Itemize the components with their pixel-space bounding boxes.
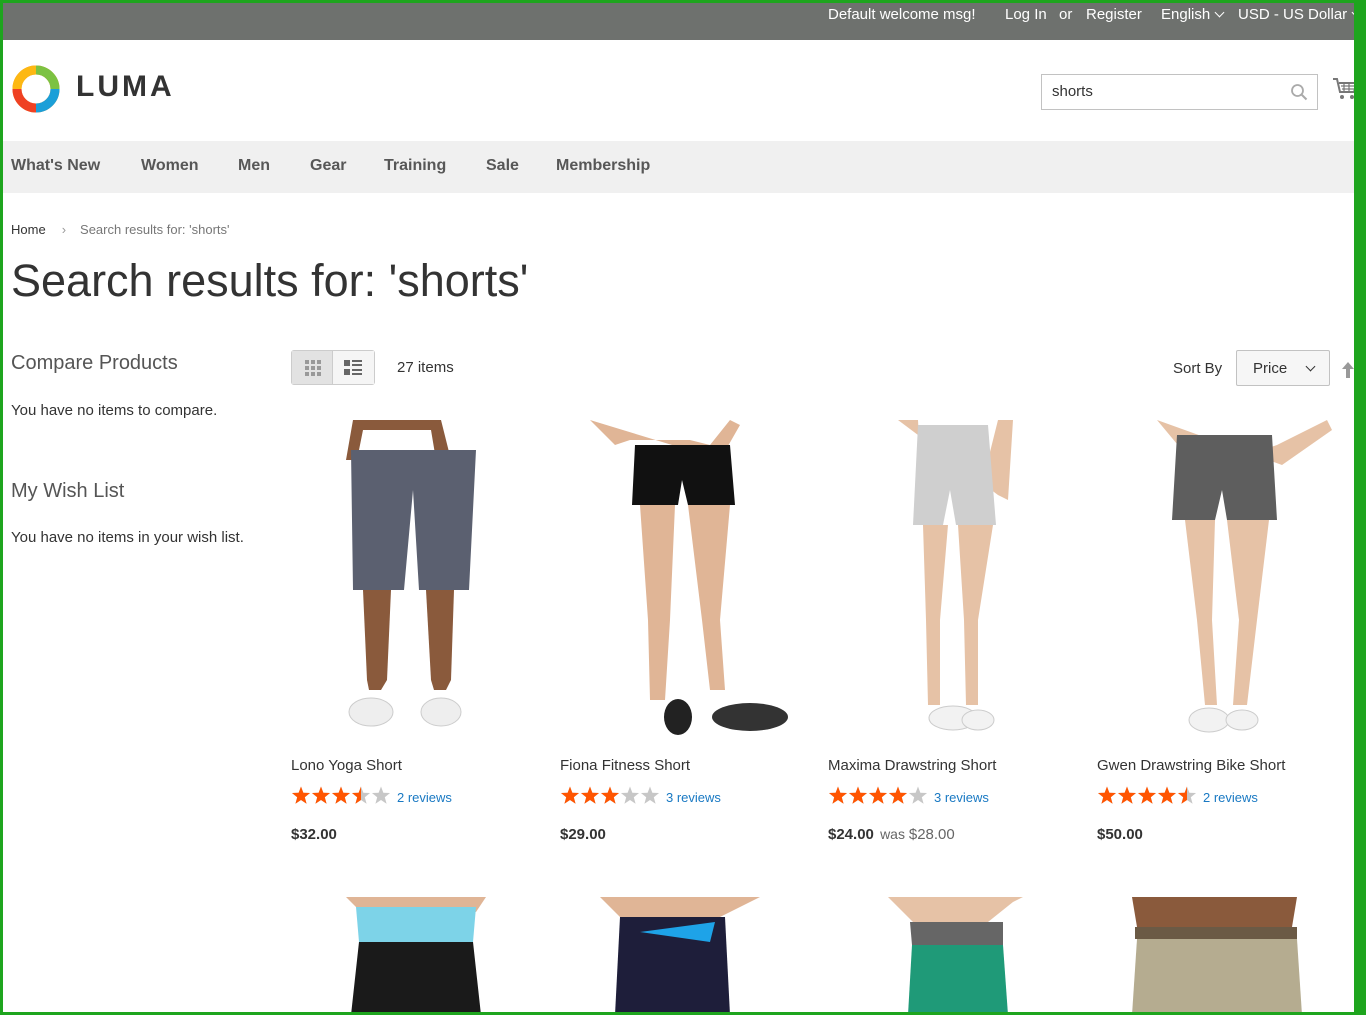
login-link[interactable]: Log In [1005,6,1047,23]
nav-item-membership[interactable]: Membership [556,157,650,175]
star-filled-icon [868,786,888,804]
currency-switcher[interactable]: USD - US Dollar [1238,6,1362,23]
list-view-button[interactable] [333,351,374,384]
product-image[interactable] [291,897,541,1015]
wishlist-title: My Wish List [11,480,125,502]
star-filled-icon [311,786,331,804]
star-filled-icon [291,786,311,804]
logo-text[interactable]: LUMA [76,70,175,104]
price-value: $24.00 [828,826,874,843]
star-filled-icon [560,786,580,804]
nav-item-training[interactable]: Training [384,157,446,175]
nav-item-whats-new[interactable]: What's New [11,157,100,175]
rating-stars-icon [560,786,660,804]
search-icon[interactable] [1290,83,1308,101]
price-value: $32.00 [291,826,337,843]
star-empty-icon [640,786,660,804]
toolbar-item-count: 27 items [397,359,454,376]
grid-view-button[interactable] [292,351,333,384]
reviews-link[interactable]: 3 reviews [934,790,989,805]
star-filled-icon [580,786,600,804]
star-empty-icon [908,786,928,804]
price-value: $50.00 [1097,826,1143,843]
page-title: Search results for: 'shorts' [11,255,529,306]
register-link[interactable]: Register [1086,6,1142,23]
compare-products-title: Compare Products [11,352,178,374]
sort-direction-arrow-icon[interactable] [1341,361,1355,379]
reviews-link[interactable]: 2 reviews [1203,790,1258,805]
language-label: English [1161,6,1211,23]
product-image[interactable] [560,897,810,1015]
star-filled-icon [1157,786,1177,804]
sort-by-value: Price [1253,360,1288,377]
currency-label: USD - US Dollar [1238,6,1348,23]
chevron-down-icon [1214,7,1225,18]
old-price: was $28.00 [880,826,955,843]
product-image[interactable] [560,420,810,745]
star-filled-icon [888,786,908,804]
star-empty-icon [620,786,640,804]
product-name[interactable]: Gwen Drawstring Bike Short [1097,757,1285,774]
breadcrumb: Home › Search results for: 'shorts' [11,222,230,237]
chevron-down-icon [1305,361,1316,372]
product-image[interactable] [291,420,541,745]
star-filled-icon [600,786,620,804]
search-box [1041,74,1318,110]
chevron-right-icon: › [61,222,67,237]
nav-item-men[interactable]: Men [238,157,270,175]
rating-stars-icon [828,786,928,804]
star-filled-icon [828,786,848,804]
compare-empty-text: You have no items to compare. [11,402,218,419]
product-image[interactable] [1097,420,1347,745]
star-filled-icon [1137,786,1157,804]
grid-icon [305,360,321,376]
view-mode-switcher [291,350,375,385]
breadcrumb-current: Search results for: 'shorts' [80,222,230,237]
luma-logo-icon[interactable] [11,64,61,114]
product-image[interactable] [828,420,1078,745]
product-price: $50.00 [1097,826,1143,843]
product-name[interactable]: Maxima Drawstring Short [828,757,996,774]
product-price: $32.00 [291,826,337,843]
chevron-down-icon [1351,7,1362,18]
wishlist-empty-text: You have no items in your wish list. [11,529,244,546]
product-image[interactable] [828,897,1078,1015]
nav-item-sale[interactable]: Sale [486,157,519,175]
nav-item-gear[interactable]: Gear [310,157,346,175]
star-empty-icon [371,786,391,804]
product-name[interactable]: Lono Yoga Short [291,757,402,774]
star-filled-icon [1097,786,1117,804]
welcome-message: Default welcome msg! [828,6,976,23]
sort-by-select[interactable]: Price [1236,350,1330,386]
was-label: was [880,826,905,842]
rating-stars-icon [291,786,391,804]
product-name[interactable]: Fiona Fitness Short [560,757,690,774]
nav-item-women[interactable]: Women [141,157,198,175]
price-value: $29.00 [560,826,606,843]
list-icon [344,360,362,375]
cart-icon[interactable] [1332,76,1358,102]
top-panel: Default welcome msg! Log In or Register … [0,0,1366,40]
product-price: $24.00 was $28.00 [828,826,955,843]
sort-by-label: Sort By [1173,360,1223,377]
language-switcher[interactable]: English [1161,6,1225,23]
breadcrumb-home[interactable]: Home [11,222,46,237]
star-filled-icon [331,786,351,804]
reviews-link[interactable]: 3 reviews [666,790,721,805]
product-price: $29.00 [560,826,606,843]
reviews-link[interactable]: 2 reviews [397,790,452,805]
star-filled-icon [1117,786,1137,804]
or-text: or [1059,6,1073,23]
star-filled-icon [848,786,868,804]
main-navigation: What's New Women Men Gear Training Sale … [0,141,1366,193]
search-input[interactable] [1052,75,1282,107]
old-price-value: $28.00 [908,826,955,843]
rating-stars-icon [1097,786,1197,804]
product-image[interactable] [1097,897,1347,1015]
